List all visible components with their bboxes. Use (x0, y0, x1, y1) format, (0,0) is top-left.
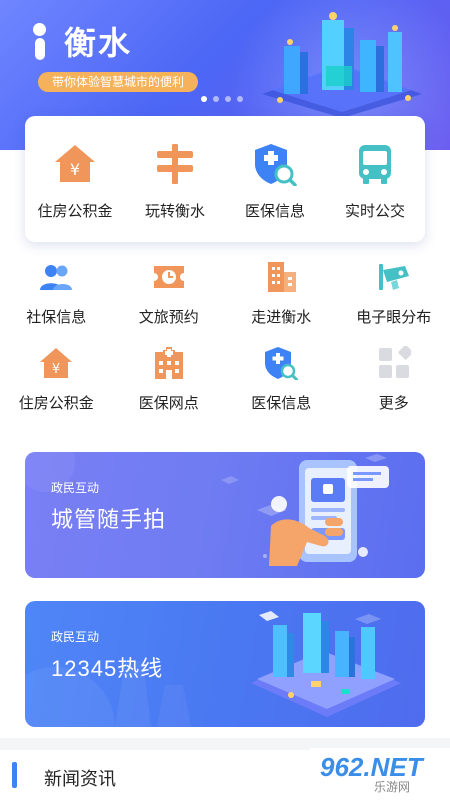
service-medical-info[interactable]: 医保信息 (225, 116, 325, 242)
house-yen-icon: ¥ (40, 348, 73, 378)
services-row: 社保信息 文旅预约 走进衡水 电子眼分布 (0, 258, 450, 344)
carousel-dot[interactable] (213, 96, 219, 102)
bus-icon (359, 145, 391, 184)
signpost-icon (157, 144, 193, 184)
banner-tag: 政民互动 (51, 630, 100, 644)
site-watermark: 962.NET 乐游网 (310, 748, 450, 800)
services-row: ¥ 住房公积金 医保网点 医保信息 更多 (0, 344, 450, 430)
medical-shield-search-icon (265, 347, 299, 380)
camera-icon (378, 264, 409, 290)
service-social-security[interactable]: 社保信息 (0, 258, 113, 344)
banner-city-management[interactable]: 政民互动 城管随手拍 (25, 452, 425, 578)
more-grid-icon (378, 346, 411, 378)
service-about-hengshui[interactable]: 走进衡水 (225, 258, 338, 344)
buildings-icon (268, 262, 297, 292)
hospital-icon (154, 347, 183, 379)
service-live-bus[interactable]: 实时公交 (325, 116, 425, 242)
app-title: 衡水 (64, 25, 133, 61)
i-logo-icon (30, 21, 60, 61)
section-accent-bar (12, 762, 17, 788)
carousel-dot[interactable] (237, 96, 243, 102)
service-medical-info[interactable]: 医保信息 (225, 344, 338, 430)
svg-text:¥: ¥ (52, 362, 60, 377)
app-logo: 衡水 (30, 18, 132, 64)
service-label: 更多 (378, 395, 409, 412)
service-label: 实时公交 (344, 203, 405, 220)
smart-city-illustration (251, 611, 401, 717)
services-grid: 社保信息 文旅预约 走进衡水 电子眼分布 ¥ 住房公积金 医保网点 医保信息 更… (0, 258, 450, 430)
watermark-main: 962.NET (320, 752, 423, 782)
service-label: 住房公积金 (37, 203, 113, 220)
service-housing-fund[interactable]: ¥ 住房公积金 (25, 116, 125, 242)
banner-headline: 城管随手拍 (51, 507, 167, 532)
banner-tag: 政民互动 (51, 481, 100, 495)
carousel-dot[interactable] (201, 96, 207, 102)
house-yen-icon: ¥ (55, 145, 95, 182)
featured-services-card: ¥ 住房公积金 玩转衡水 医保信息 实时公交 (25, 116, 425, 242)
service-explore-hengshui[interactable]: 玩转衡水 (125, 116, 225, 242)
service-medical-outlets[interactable]: 医保网点 (113, 344, 226, 430)
service-label: 医保信息 (244, 203, 305, 220)
service-label: 医保信息 (251, 395, 312, 412)
ticket-clock-icon (153, 266, 184, 288)
service-label: 住房公积金 (18, 395, 94, 412)
city-illustration (262, 12, 422, 118)
carousel-dot[interactable] (225, 96, 231, 102)
medical-shield-search-icon (255, 144, 297, 186)
people-icon (40, 265, 73, 290)
service-housing-fund[interactable]: ¥ 住房公积金 (0, 344, 113, 430)
banner-headline: 12345热线 (51, 656, 164, 681)
news-section-title: 新闻资讯 (44, 769, 116, 789)
service-label: 医保网点 (138, 395, 199, 412)
svg-text:¥: ¥ (70, 160, 80, 179)
service-label: 电子眼分布 (356, 309, 432, 326)
service-culture-booking[interactable]: 文旅预约 (113, 258, 226, 344)
carousel-indicator[interactable] (201, 96, 243, 102)
service-label: 走进衡水 (251, 309, 312, 326)
phone-photo-illustration (269, 460, 389, 566)
service-more[interactable]: 更多 (338, 344, 450, 430)
banner-hotline[interactable]: 政民互动 12345热线 (25, 601, 425, 727)
watermark-sub: 乐游网 (374, 780, 411, 794)
service-label: 玩转衡水 (144, 203, 205, 220)
service-label: 文旅预约 (138, 309, 199, 326)
service-camera-map[interactable]: 电子眼分布 (338, 258, 450, 344)
service-label: 社保信息 (26, 309, 87, 326)
slogan-pill: 带你体验智慧城市的便利 (38, 72, 199, 92)
